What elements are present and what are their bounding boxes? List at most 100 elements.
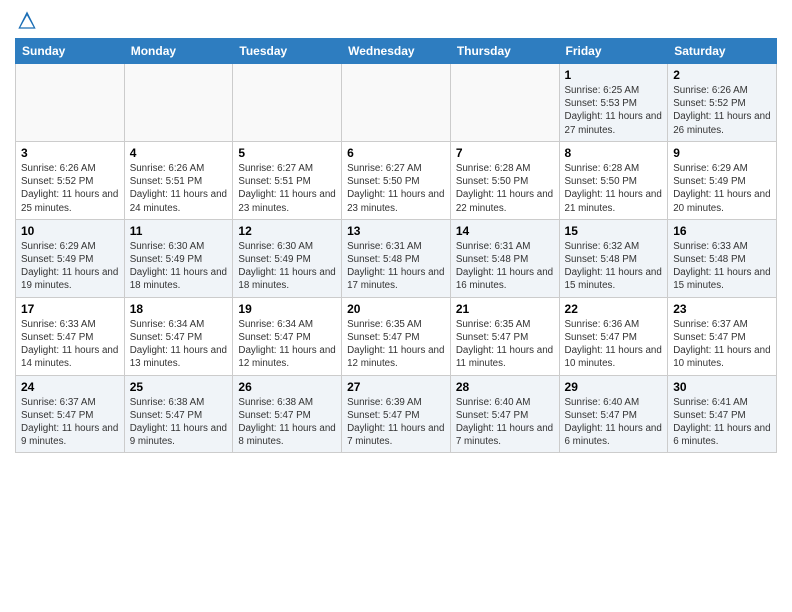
day-info: Sunrise: 6:37 AMSunset: 5:47 PMDaylight:… [673, 318, 771, 371]
day-number: 27 [347, 380, 445, 394]
weekday-header-monday: Monday [124, 39, 233, 64]
day-number: 16 [673, 224, 771, 238]
calendar-cell: 11 Sunrise: 6:30 AMSunset: 5:49 PMDayligh… [124, 219, 233, 297]
day-number: 17 [21, 302, 119, 316]
day-info: Sunrise: 6:25 AMSunset: 5:53 PMDaylight:… [565, 84, 663, 137]
day-info: Sunrise: 6:41 AMSunset: 5:47 PMDaylight:… [673, 396, 771, 449]
day-info: Sunrise: 6:40 AMSunset: 5:47 PMDaylight:… [456, 396, 554, 449]
calendar-cell: 28 Sunrise: 6:40 AMSunset: 5:47 PMDayligh… [450, 375, 559, 453]
day-number: 12 [238, 224, 336, 238]
day-number: 6 [347, 146, 445, 160]
day-info: Sunrise: 6:35 AMSunset: 5:47 PMDaylight:… [456, 318, 554, 371]
day-info: Sunrise: 6:31 AMSunset: 5:48 PMDaylight:… [347, 240, 445, 293]
day-info: Sunrise: 6:28 AMSunset: 5:50 PMDaylight:… [565, 162, 663, 215]
calendar-cell: 20Sunrise: 6:35 AMSunset: 5:47 PMDayligh… [342, 297, 451, 375]
day-number: 13 [347, 224, 445, 238]
calendar-cell: 26 Sunrise: 6:38 AMSunset: 5:47 PMDayligh… [233, 375, 342, 453]
day-number: 3 [21, 146, 119, 160]
day-info: Sunrise: 6:37 AMSunset: 5:47 PMDaylight:… [21, 396, 119, 449]
weekday-header-thursday: Thursday [450, 39, 559, 64]
day-number: 19 [238, 302, 336, 316]
calendar-cell [450, 64, 559, 142]
calendar-cell: 12Sunrise: 6:30 AMSunset: 5:49 PMDayligh… [233, 219, 342, 297]
day-number: 24 [21, 380, 119, 394]
logo [15, 10, 41, 30]
day-info: Sunrise: 6:34 AMSunset: 5:47 PMDaylight:… [238, 318, 336, 371]
calendar-cell: 10 Sunrise: 6:29 AMSunset: 5:49 PMDayligh… [16, 219, 125, 297]
weekday-header-row: SundayMondayTuesdayWednesdayThursdayFrid… [16, 39, 777, 64]
day-number: 8 [565, 146, 663, 160]
day-number: 11 [130, 224, 228, 238]
weekday-header-saturday: Saturday [668, 39, 777, 64]
day-number: 26 [238, 380, 336, 394]
day-info: Sunrise: 6:27 AMSunset: 5:51 PMDaylight:… [238, 162, 336, 215]
day-info: Sunrise: 6:26 AMSunset: 5:52 PMDaylight:… [21, 162, 119, 215]
day-number: 18 [130, 302, 228, 316]
day-info: Sunrise: 6:38 AMSunset: 5:47 PMDaylight:… [238, 396, 336, 449]
calendar-cell: 5 Sunrise: 6:27 AMSunset: 5:51 PMDaylight… [233, 141, 342, 219]
day-info: Sunrise: 6:28 AMSunset: 5:50 PMDaylight:… [456, 162, 554, 215]
calendar-cell [16, 64, 125, 142]
day-info: Sunrise: 6:26 AMSunset: 5:52 PMDaylight:… [673, 84, 771, 137]
day-info: Sunrise: 6:29 AMSunset: 5:49 PMDaylight:… [673, 162, 771, 215]
calendar-cell: 6 Sunrise: 6:27 AMSunset: 5:50 PMDaylight… [342, 141, 451, 219]
day-info: Sunrise: 6:29 AMSunset: 5:49 PMDaylight:… [21, 240, 119, 293]
calendar-cell: 4Sunrise: 6:26 AMSunset: 5:51 PMDaylight… [124, 141, 233, 219]
calendar-cell: 22 Sunrise: 6:36 AMSunset: 5:47 PMDayligh… [559, 297, 668, 375]
calendar-week-row: 10 Sunrise: 6:29 AMSunset: 5:49 PMDayligh… [16, 219, 777, 297]
day-number: 7 [456, 146, 554, 160]
weekday-header-sunday: Sunday [16, 39, 125, 64]
day-info: Sunrise: 6:33 AMSunset: 5:47 PMDaylight:… [21, 318, 119, 371]
day-info: Sunrise: 6:38 AMSunset: 5:47 PMDaylight:… [130, 396, 228, 449]
calendar-week-row: 17 Sunrise: 6:33 AMSunset: 5:47 PMDayligh… [16, 297, 777, 375]
calendar-cell: 27 Sunrise: 6:39 AMSunset: 5:47 PMDayligh… [342, 375, 451, 453]
header [15, 10, 777, 30]
day-number: 1 [565, 68, 663, 82]
calendar-cell [124, 64, 233, 142]
calendar-cell: 24 Sunrise: 6:37 AMSunset: 5:47 PMDayligh… [16, 375, 125, 453]
day-info: Sunrise: 6:33 AMSunset: 5:48 PMDaylight:… [673, 240, 771, 293]
calendar-cell: 13 Sunrise: 6:31 AMSunset: 5:48 PMDayligh… [342, 219, 451, 297]
weekday-header-tuesday: Tuesday [233, 39, 342, 64]
calendar-cell: 17 Sunrise: 6:33 AMSunset: 5:47 PMDayligh… [16, 297, 125, 375]
calendar-body: 1 Sunrise: 6:25 AMSunset: 5:53 PMDaylight… [16, 64, 777, 453]
calendar-cell: 29Sunrise: 6:40 AMSunset: 5:47 PMDayligh… [559, 375, 668, 453]
calendar-cell: 18 Sunrise: 6:34 AMSunset: 5:47 PMDayligh… [124, 297, 233, 375]
calendar-cell: 8 Sunrise: 6:28 AMSunset: 5:50 PMDaylight… [559, 141, 668, 219]
calendar-cell: 16 Sunrise: 6:33 AMSunset: 5:48 PMDayligh… [668, 219, 777, 297]
day-number: 25 [130, 380, 228, 394]
day-number: 5 [238, 146, 336, 160]
calendar-cell: 7 Sunrise: 6:28 AMSunset: 5:50 PMDaylight… [450, 141, 559, 219]
calendar-cell: 14 Sunrise: 6:31 AMSunset: 5:48 PMDayligh… [450, 219, 559, 297]
calendar-cell: 15Sunrise: 6:32 AMSunset: 5:48 PMDayligh… [559, 219, 668, 297]
day-info: Sunrise: 6:39 AMSunset: 5:47 PMDaylight:… [347, 396, 445, 449]
day-info: Sunrise: 6:31 AMSunset: 5:48 PMDaylight:… [456, 240, 554, 293]
day-number: 14 [456, 224, 554, 238]
day-info: Sunrise: 6:34 AMSunset: 5:47 PMDaylight:… [130, 318, 228, 371]
calendar-cell: 19 Sunrise: 6:34 AMSunset: 5:47 PMDayligh… [233, 297, 342, 375]
calendar-cell: 23 Sunrise: 6:37 AMSunset: 5:47 PMDayligh… [668, 297, 777, 375]
weekday-header-wednesday: Wednesday [342, 39, 451, 64]
day-info: Sunrise: 6:32 AMSunset: 5:48 PMDaylight:… [565, 240, 663, 293]
day-number: 10 [21, 224, 119, 238]
calendar-cell [342, 64, 451, 142]
day-number: 22 [565, 302, 663, 316]
calendar-cell: 1 Sunrise: 6:25 AMSunset: 5:53 PMDaylight… [559, 64, 668, 142]
calendar-cell: 21Sunrise: 6:35 AMSunset: 5:47 PMDayligh… [450, 297, 559, 375]
weekday-header-friday: Friday [559, 39, 668, 64]
day-number: 30 [673, 380, 771, 394]
day-number: 29 [565, 380, 663, 394]
day-number: 4 [130, 146, 228, 160]
day-number: 28 [456, 380, 554, 394]
day-number: 2 [673, 68, 771, 82]
page: SundayMondayTuesdayWednesdayThursdayFrid… [0, 0, 792, 468]
day-number: 23 [673, 302, 771, 316]
day-info: Sunrise: 6:27 AMSunset: 5:50 PMDaylight:… [347, 162, 445, 215]
day-number: 20 [347, 302, 445, 316]
day-number: 9 [673, 146, 771, 160]
calendar-cell: 25 Sunrise: 6:38 AMSunset: 5:47 PMDayligh… [124, 375, 233, 453]
day-info: Sunrise: 6:36 AMSunset: 5:47 PMDaylight:… [565, 318, 663, 371]
calendar-week-row: 24 Sunrise: 6:37 AMSunset: 5:47 PMDayligh… [16, 375, 777, 453]
day-info: Sunrise: 6:30 AMSunset: 5:49 PMDaylight:… [130, 240, 228, 293]
calendar-week-row: 1 Sunrise: 6:25 AMSunset: 5:53 PMDaylight… [16, 64, 777, 142]
